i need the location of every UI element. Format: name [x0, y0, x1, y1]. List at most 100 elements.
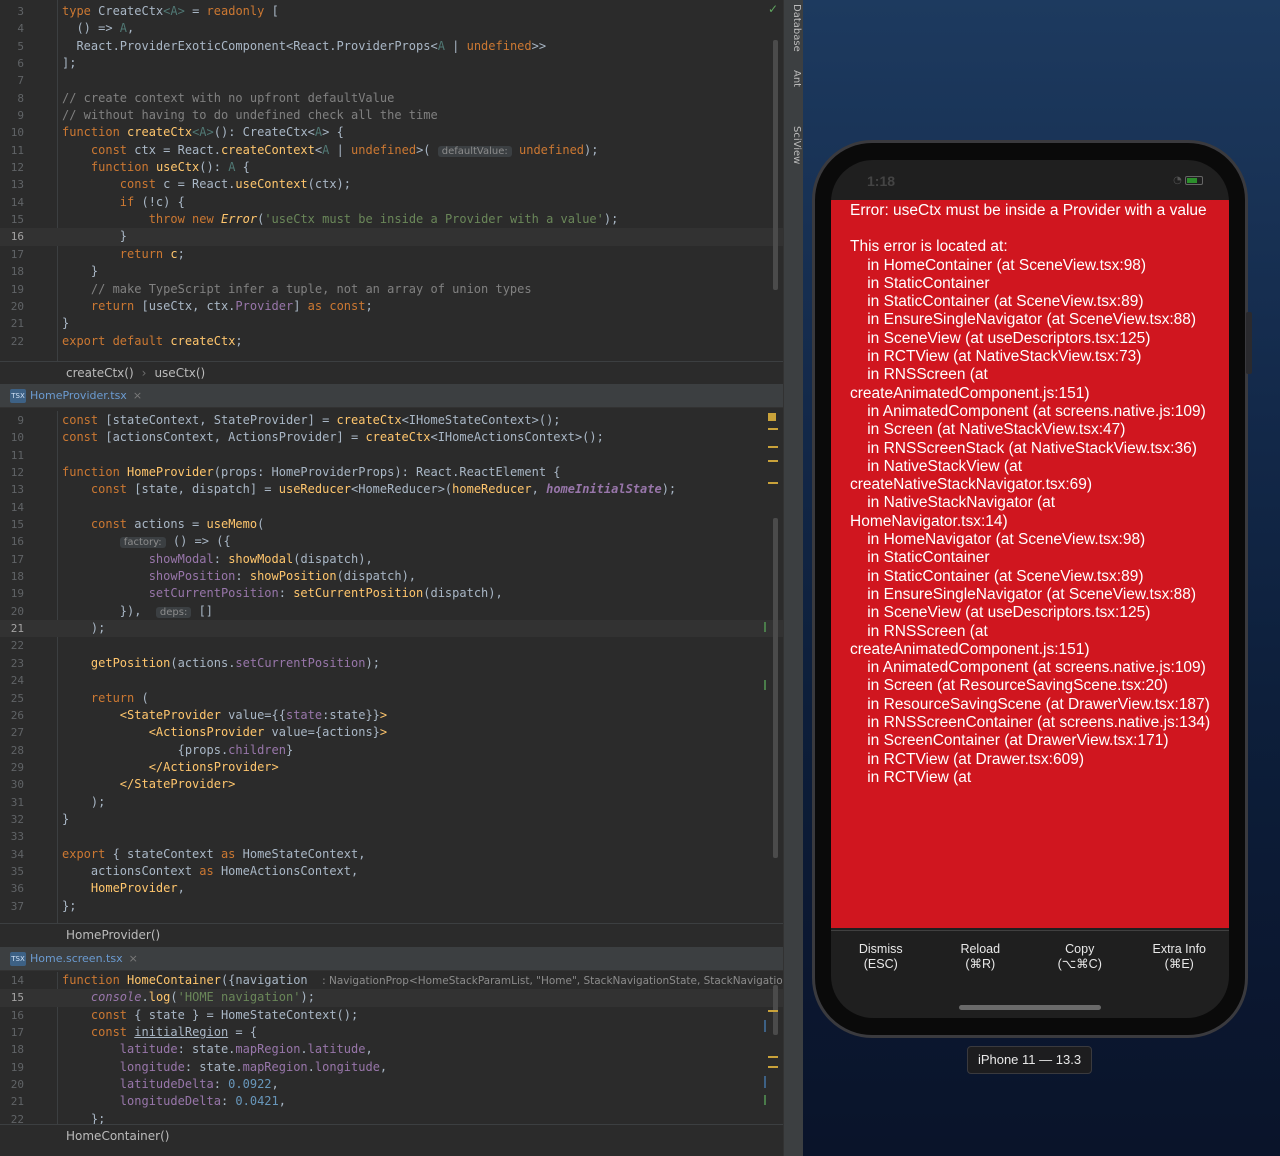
line-number[interactable]: 32	[0, 811, 24, 828]
code-line[interactable]: 21}	[0, 315, 783, 332]
warning-marker[interactable]	[768, 482, 778, 484]
database-tool-tab[interactable]: Database	[786, 4, 802, 52]
line-number[interactable]: 11	[0, 142, 24, 159]
redbox-error[interactable]: Error: useCtx must be inside a Provider …	[831, 200, 1229, 928]
line-number[interactable]: 17	[0, 246, 24, 263]
code-line[interactable]: 7	[0, 72, 783, 89]
code-text[interactable]: <StateProvider value={{state:state}}>	[62, 707, 387, 724]
code-line[interactable]: 16 const { state } = HomeStateContext();	[0, 1007, 783, 1024]
code-text[interactable]: };	[62, 898, 76, 915]
line-number[interactable]: 13	[0, 176, 24, 193]
line-number[interactable]: 9	[0, 107, 24, 124]
code-text[interactable]: return (	[62, 690, 149, 707]
code-line[interactable]: 32}	[0, 811, 783, 828]
ant-tool-tab[interactable]: Ant	[786, 70, 802, 87]
tab-home-screen[interactable]: TSX Home.screen.tsx ×	[10, 949, 146, 969]
code-line[interactable]: 15 const actions = useMemo(	[0, 516, 783, 533]
code-text[interactable]: latitude: state.mapRegion.latitude,	[62, 1041, 373, 1058]
code-text[interactable]: latitudeDelta: 0.0922,	[62, 1076, 279, 1093]
code-line[interactable]: 33	[0, 828, 783, 845]
reload-button[interactable]: Reload (⌘R)	[931, 931, 1031, 982]
line-number[interactable]: 21	[0, 315, 24, 332]
code-text[interactable]: }	[62, 315, 69, 332]
line-number[interactable]: 22	[0, 637, 24, 654]
code-line[interactable]: 21 longitudeDelta: 0.0421,	[0, 1093, 783, 1110]
code-line[interactable]: 16 }	[0, 228, 783, 246]
code-text[interactable]: };	[62, 1111, 105, 1124]
line-number[interactable]: 19	[0, 281, 24, 298]
line-number[interactable]: 22	[0, 333, 24, 350]
code-line[interactable]: 11 const ctx = React.createContext<A | u…	[0, 142, 783, 159]
code-line[interactable]: 14 if (!c) {	[0, 194, 783, 211]
code-line[interactable]: 8 // create context with no upfront defau…	[0, 90, 783, 107]
code-text[interactable]: getPosition(actions.setCurrentPosition);	[62, 655, 380, 672]
line-number[interactable]: 17	[0, 551, 24, 568]
copy-button[interactable]: Copy (⌥⌘C)	[1030, 931, 1130, 982]
warning-marker[interactable]	[768, 413, 776, 421]
code-line[interactable]: 22	[0, 637, 783, 654]
line-number[interactable]: 29	[0, 759, 24, 776]
line-number[interactable]: 7	[0, 72, 24, 89]
line-number[interactable]: 17	[0, 1024, 24, 1041]
code-line[interactable]: 30 </StateProvider>	[0, 776, 783, 793]
dismiss-button[interactable]: Dismiss (ESC)	[831, 931, 931, 982]
warning-marker[interactable]	[768, 1010, 778, 1012]
code-text[interactable]: function createCtx<A>(): CreateCtx<A> {	[62, 124, 344, 141]
editor-pane-homescreen[interactable]: 14 function HomeContainer({navigation : N…	[0, 972, 783, 1124]
code-text[interactable]: factory: () => ({	[62, 533, 231, 551]
line-number[interactable]: 14	[0, 972, 24, 989]
code-text[interactable]: const [stateContext, StateProvider] = cr…	[62, 412, 561, 429]
scrollbar[interactable]	[773, 518, 778, 858]
line-number[interactable]: 37	[0, 898, 24, 915]
home-indicator[interactable]	[959, 1005, 1101, 1010]
line-number[interactable]: 35	[0, 863, 24, 880]
line-number[interactable]: 6	[0, 55, 24, 72]
extra-info-button[interactable]: Extra Info (⌘E)	[1130, 931, 1230, 982]
line-number[interactable]: 14	[0, 194, 24, 211]
line-number[interactable]: 36	[0, 880, 24, 897]
code-line[interactable]: 35 actionsContext as HomeActionsContext,	[0, 863, 783, 880]
code-text[interactable]: );	[62, 620, 105, 637]
simulator-screen[interactable]: 1:18 ◔ Error: useCtx must be inside a Pr…	[831, 160, 1229, 1018]
line-number[interactable]: 25	[0, 690, 24, 707]
warning-marker[interactable]	[768, 446, 778, 448]
code-line[interactable]: 12 function HomeProvider(props: HomeProvi…	[0, 464, 783, 481]
code-text[interactable]: export default createCtx;	[62, 333, 243, 350]
code-line[interactable]: 17 showModal: showModal(dispatch),	[0, 551, 783, 568]
line-number[interactable]: 18	[0, 1041, 24, 1058]
side-button[interactable]	[1246, 312, 1252, 374]
code-line[interactable]: 13 const c = React.useContext(ctx);	[0, 176, 783, 193]
code-line[interactable]: 5 React.ProviderExoticComponent<React.Pr…	[0, 38, 783, 55]
code-line[interactable]: 22 export default createCtx;	[0, 333, 783, 350]
code-text[interactable]: const actions = useMemo(	[62, 516, 264, 533]
code-line[interactable]: 19 setCurrentPosition: setCurrentPositio…	[0, 585, 783, 602]
code-line[interactable]: 13 const [state, dispatch] = useReducer<…	[0, 481, 783, 498]
code-text[interactable]: console.log('HOME navigation');	[62, 989, 315, 1006]
code-line[interactable]: 26 <StateProvider value={{state:state}}>	[0, 707, 783, 724]
code-line[interactable]: 23 getPosition(actions.setCurrentPositio…	[0, 655, 783, 672]
code-line[interactable]: 17 return c;	[0, 246, 783, 263]
line-number[interactable]: 30	[0, 776, 24, 793]
code-line[interactable]: 19 // make TypeScript infer a tuple, not…	[0, 281, 783, 298]
warning-marker[interactable]	[768, 460, 778, 462]
code-line[interactable]: 15 console.log('HOME navigation');	[0, 989, 783, 1007]
breadcrumb-item[interactable]: useCtx()	[154, 366, 205, 380]
code-line[interactable]: 14 function HomeContainer({navigation : N…	[0, 972, 783, 989]
code-line[interactable]: 28 {props.children}	[0, 742, 783, 759]
code-text[interactable]: HomeProvider,	[62, 880, 185, 897]
code-text[interactable]: {props.children}	[62, 742, 294, 759]
code-text[interactable]: export { stateContext as HomeStateContex…	[62, 846, 365, 863]
code-line[interactable]: 14	[0, 499, 783, 516]
line-number[interactable]: 21	[0, 1093, 24, 1110]
line-number[interactable]: 28	[0, 742, 24, 759]
line-number[interactable]: 3	[0, 3, 24, 20]
line-number[interactable]: 4	[0, 20, 24, 37]
line-number[interactable]: 18	[0, 263, 24, 280]
editor-pane-createctx[interactable]: 3 type CreateCtx<A> = readonly [4 () => A…	[0, 0, 783, 361]
code-line[interactable]: 6];	[0, 55, 783, 72]
breadcrumb-item[interactable]: HomeContainer()	[66, 1129, 169, 1143]
code-line[interactable]: 20 latitudeDelta: 0.0922,	[0, 1076, 783, 1093]
close-tab-icon[interactable]: ×	[133, 389, 142, 402]
code-line[interactable]: 22 };	[0, 1111, 783, 1124]
code-text[interactable]: function useCtx(): A {	[62, 159, 250, 176]
